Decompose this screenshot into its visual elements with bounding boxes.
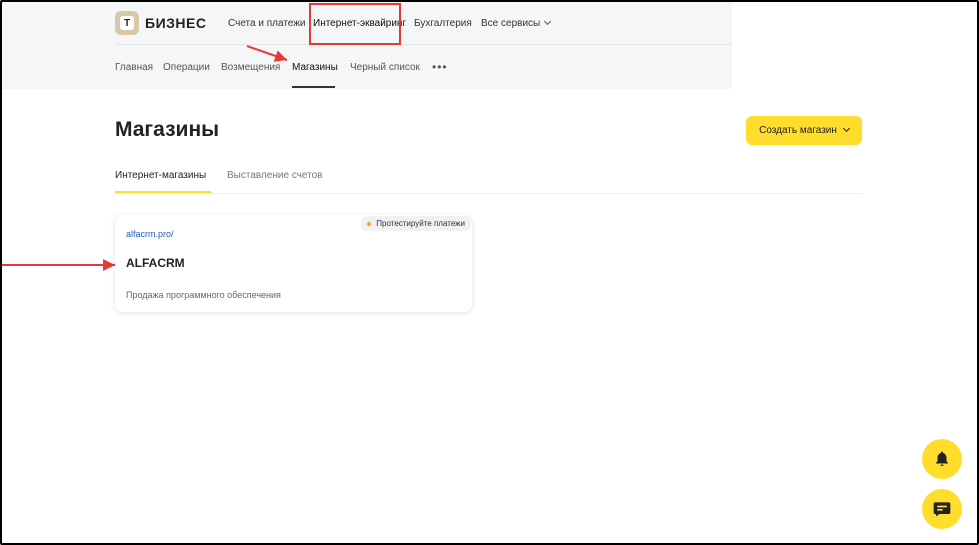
tab-internet-shops[interactable]: Интернет-магазины — [115, 170, 206, 181]
tab-invoicing[interactable]: Выставление счетов — [227, 170, 322, 181]
page-title: Магазины — [115, 118, 220, 141]
test-payments-label: Протестируйте платежи — [376, 219, 465, 228]
bell-icon — [936, 451, 948, 467]
shop-url-link[interactable]: alfacrm.pro/ — [126, 229, 174, 239]
chat-icon — [933, 502, 951, 517]
status-dot-icon — [367, 221, 372, 226]
shop-description: Продажа программного обеспечения — [126, 290, 281, 300]
shop-card[interactable]: alfacrm.pro/ Протестируйте платежи ALFAC… — [115, 215, 472, 312]
test-payments-badge[interactable]: Протестируйте платежи — [361, 216, 471, 231]
annotation-arrow-shops — [246, 45, 288, 62]
chevron-down-icon — [842, 124, 850, 133]
chat-button[interactable] — [922, 489, 962, 529]
shop-name: ALFACRM — [126, 256, 185, 270]
tabs-divider — [115, 193, 862, 194]
notifications-button[interactable] — [922, 439, 962, 479]
create-shop-button[interactable]: Создать магазин — [746, 116, 862, 145]
create-shop-button-label: Создать магазин — [759, 125, 837, 136]
